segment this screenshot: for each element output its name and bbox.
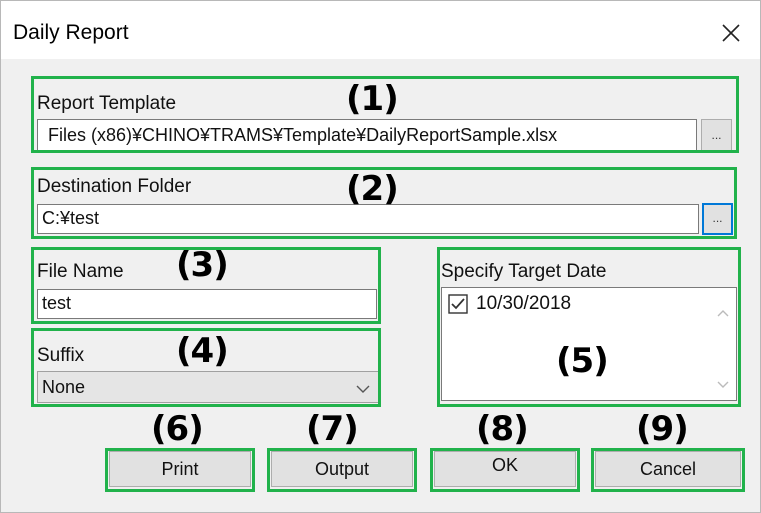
callout-8: (8)	[476, 409, 529, 449]
callout-frame-6	[105, 448, 255, 492]
callout-4: (4)	[176, 331, 229, 371]
callout-frame-7	[267, 448, 417, 492]
callout-5: (5)	[556, 341, 609, 381]
callout-1: (1)	[346, 79, 399, 119]
callout-7: (7)	[306, 409, 359, 449]
close-button[interactable]	[713, 15, 749, 51]
callout-2: (2)	[346, 169, 399, 209]
daily-report-dialog: Daily Report Report Template Files (x86)…	[0, 0, 761, 513]
callout-9: (9)	[636, 409, 689, 449]
window-title: Daily Report	[13, 21, 129, 44]
callout-6: (6)	[151, 409, 204, 449]
callout-frame-5	[437, 247, 741, 407]
callout-3: (3)	[176, 245, 229, 285]
close-icon	[722, 24, 740, 42]
callout-frame-9	[591, 448, 745, 492]
title-bar: Daily Report	[1, 1, 760, 59]
callout-frame-8	[430, 448, 580, 492]
